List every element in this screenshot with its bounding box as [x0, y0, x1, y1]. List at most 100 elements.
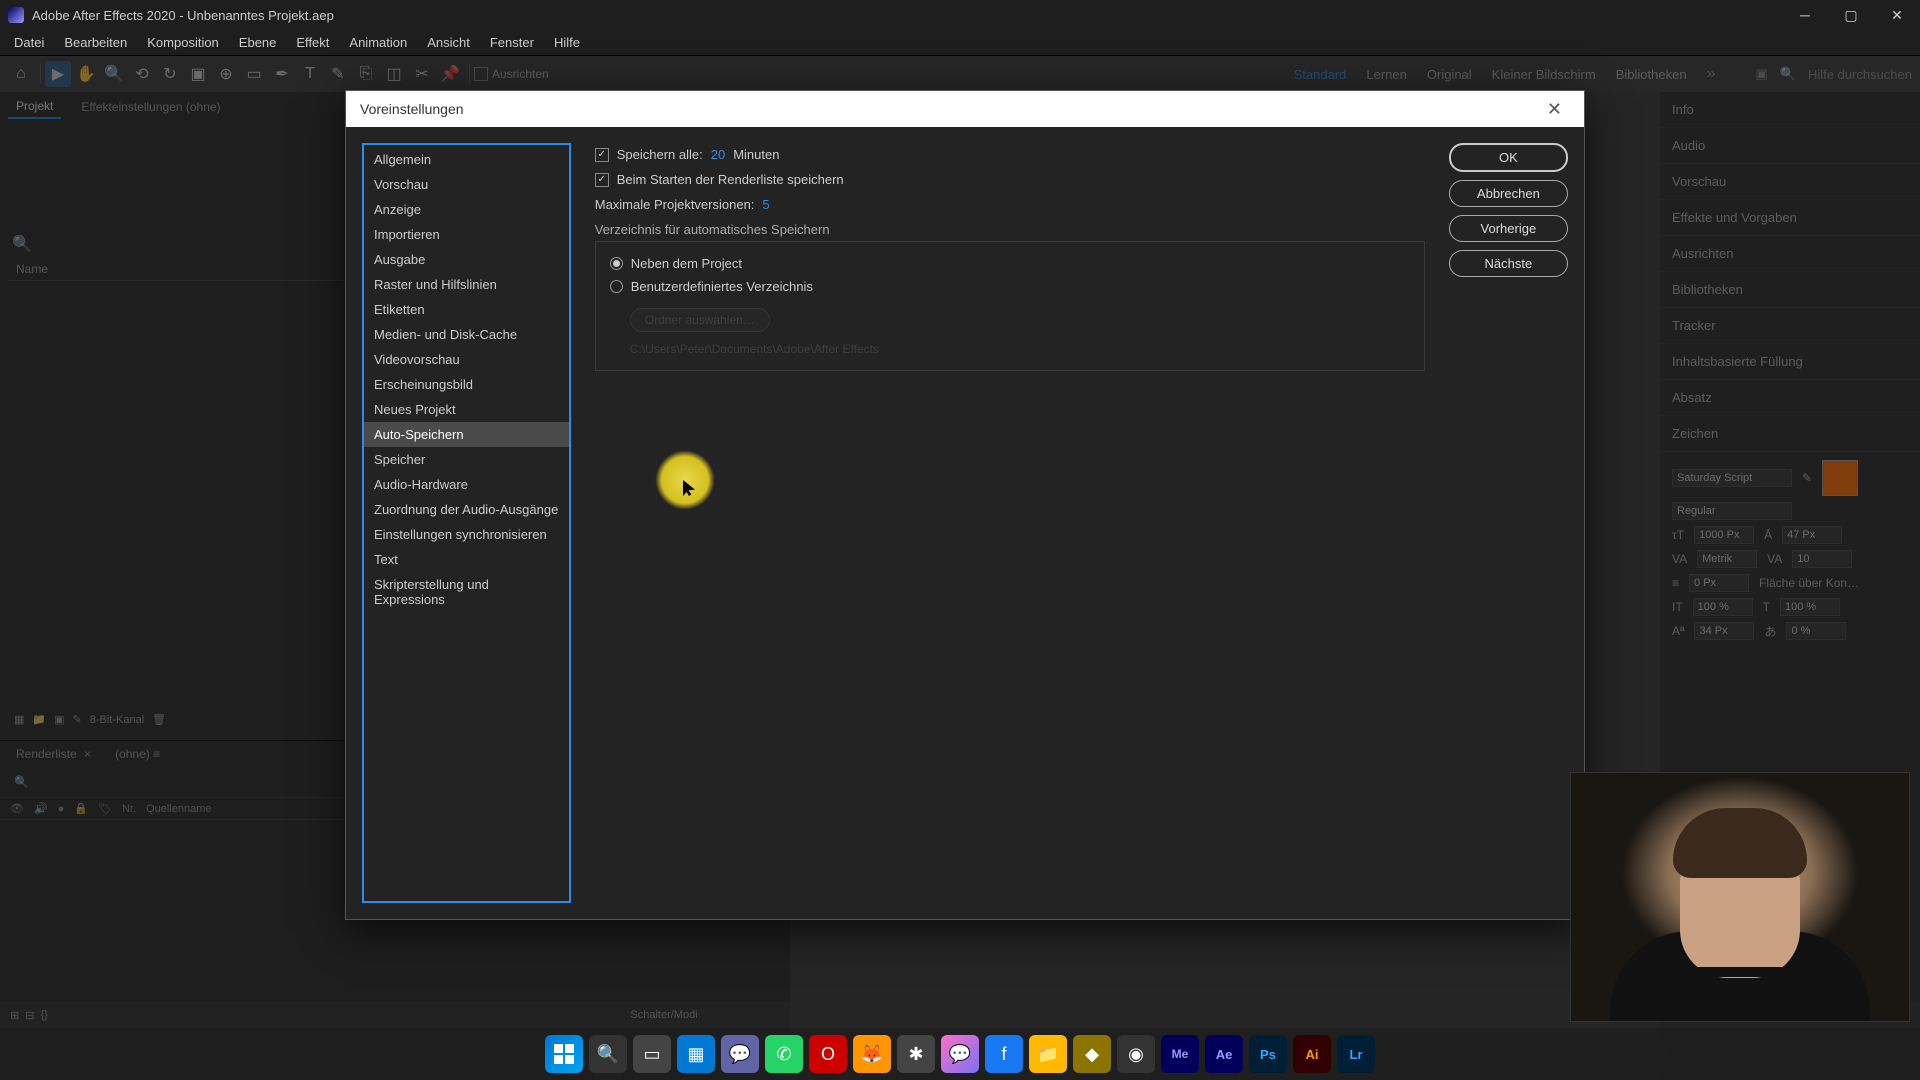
whatsapp-icon[interactable]: ✆ — [765, 1035, 803, 1073]
lightroom-icon[interactable]: Lr — [1337, 1035, 1375, 1073]
type-tool-icon[interactable]: T — [297, 61, 323, 87]
bit-depth-label[interactable]: 8-Bit-Kanal — [90, 714, 144, 726]
previous-button[interactable]: Vorherige — [1449, 215, 1568, 242]
sidebar-item-speicher[interactable]: Speicher — [364, 447, 569, 472]
orbit-tool-icon[interactable]: ⟲ — [129, 61, 155, 87]
maximize-button[interactable]: ▢ — [1828, 0, 1874, 30]
snap-checkbox[interactable]: Ausrichten — [474, 67, 549, 81]
baseline-input[interactable]: 34 Px — [1694, 622, 1754, 640]
save-on-render-checkbox[interactable] — [595, 173, 609, 187]
eye-icon[interactable]: 👁 — [10, 802, 24, 815]
sidebar-item-anzeige[interactable]: Anzeige — [364, 197, 569, 222]
menu-bearbeiten[interactable]: Bearbeiten — [54, 32, 137, 53]
tab-projekt[interactable]: Projekt — [8, 95, 61, 119]
panel-toggle-icon[interactable]: ▣ — [1755, 66, 1767, 82]
interpret-icon[interactable]: ▦ — [14, 713, 24, 726]
sidebar-item-videovorschau[interactable]: Videovorschau — [364, 347, 569, 372]
sidebar-item-text[interactable]: Text — [364, 547, 569, 572]
panel-info[interactable]: Info — [1660, 92, 1920, 128]
max-versions-value[interactable]: 5 — [762, 197, 769, 212]
media-encoder-icon[interactable]: Me — [1161, 1035, 1199, 1073]
menu-ebene[interactable]: Ebene — [229, 32, 287, 53]
speaker-icon[interactable]: 🔊 — [34, 802, 48, 815]
puppet-tool-icon[interactable]: 📌 — [437, 61, 463, 87]
workspace-standard[interactable]: Standard — [1294, 67, 1347, 82]
roto-tool-icon[interactable]: ✂ — [409, 61, 435, 87]
facebook-icon[interactable]: f — [985, 1035, 1023, 1073]
teams-icon[interactable]: 💬 — [721, 1035, 759, 1073]
toggle-icon[interactable]: ⊞ — [10, 1009, 19, 1022]
tracking-input[interactable]: 10 — [1792, 550, 1852, 568]
panel-ausrichten[interactable]: Ausrichten — [1660, 236, 1920, 272]
font-family-input[interactable]: Saturday Script — [1672, 469, 1792, 487]
toggle-icon-2[interactable]: ⊟ — [25, 1009, 34, 1022]
panel-audio[interactable]: Audio — [1660, 128, 1920, 164]
sidebar-item-vorschau[interactable]: Vorschau — [364, 172, 569, 197]
search-icon[interactable]: 🔍 — [14, 775, 29, 789]
hscale-input[interactable]: 100 % — [1780, 598, 1840, 616]
workspace-original[interactable]: Original — [1427, 67, 1472, 82]
workspace-lernen[interactable]: Lernen — [1366, 67, 1406, 82]
app-icon-2[interactable]: ◆ — [1073, 1035, 1111, 1073]
panel-tracker[interactable]: Tracker — [1660, 308, 1920, 344]
illustrator-icon[interactable]: Ai — [1293, 1035, 1331, 1073]
firefox-icon[interactable]: 🦊 — [853, 1035, 891, 1073]
label-icon[interactable]: 🏷 — [98, 802, 112, 815]
tab-effekteinstellungen[interactable]: Effekteinstellungen (ohne) — [73, 96, 228, 118]
photoshop-icon[interactable]: Ps — [1249, 1035, 1287, 1073]
sidebar-item-erscheinungsbild[interactable]: Erscheinungsbild — [364, 372, 569, 397]
home-icon[interactable]: ⌂ — [8, 61, 34, 87]
widgets-icon[interactable]: ▦ — [677, 1035, 715, 1073]
rotate-tool-icon[interactable]: ↻ — [157, 61, 183, 87]
selection-tool-icon[interactable]: ▶ — [45, 61, 71, 87]
lock-icon[interactable]: 🔒 — [74, 802, 88, 815]
sidebar-item-medien-und-disk-cache[interactable]: Medien- und Disk-Cache — [364, 322, 569, 347]
menu-ansicht[interactable]: Ansicht — [417, 32, 480, 53]
menu-hilfe[interactable]: Hilfe — [544, 32, 590, 53]
camera-tool-icon[interactable]: ▣ — [185, 61, 211, 87]
app-icon[interactable]: ✱ — [897, 1035, 935, 1073]
fill-over-label[interactable]: Fläche über Kon… — [1759, 576, 1859, 590]
save-every-checkbox[interactable] — [595, 148, 609, 162]
leading-input[interactable]: 47 Px — [1782, 526, 1842, 544]
clone-tool-icon[interactable]: ⎘ — [353, 61, 379, 87]
start-button[interactable] — [545, 1035, 583, 1073]
sidebar-item-etiketten[interactable]: Etiketten — [364, 297, 569, 322]
sidebar-item-neues-projekt[interactable]: Neues Projekt — [364, 397, 569, 422]
after-effects-icon[interactable]: Ae — [1205, 1035, 1243, 1073]
messenger-icon[interactable]: 💬 — [941, 1035, 979, 1073]
explorer-icon[interactable]: 📁 — [1029, 1035, 1067, 1073]
help-search[interactable]: Hilfe durchsuchen — [1808, 67, 1912, 82]
opera-icon[interactable]: O — [809, 1035, 847, 1073]
menu-komposition[interactable]: Komposition — [137, 32, 229, 53]
panel-bibliotheken[interactable]: Bibliotheken — [1660, 272, 1920, 308]
radio-custom-folder[interactable] — [610, 280, 623, 293]
new-folder-icon[interactable]: 📁 — [32, 713, 46, 726]
taskview-icon[interactable]: ▭ — [633, 1035, 671, 1073]
sidebar-item-zuordnung-der-audio-ausg-nge[interactable]: Zuordnung der Audio-Ausgänge — [364, 497, 569, 522]
sidebar-item-einstellungen-synchronisieren[interactable]: Einstellungen synchronisieren — [364, 522, 569, 547]
solo-icon[interactable]: ● — [58, 803, 65, 815]
kerning-input[interactable]: Metrik — [1697, 550, 1757, 568]
next-button[interactable]: Nächste — [1449, 250, 1568, 277]
workspace-bibliotheken[interactable]: Bibliotheken — [1616, 67, 1687, 82]
obs-icon[interactable]: ◉ — [1117, 1035, 1155, 1073]
panel-effekte[interactable]: Effekte und Vorgaben — [1660, 200, 1920, 236]
sidebar-item-ausgabe[interactable]: Ausgabe — [364, 247, 569, 272]
pen-tool-icon[interactable]: ✒ — [269, 61, 295, 87]
minimize-button[interactable]: ─ — [1782, 0, 1828, 30]
column-name[interactable]: Name — [16, 262, 48, 276]
menu-datei[interactable]: Datei — [4, 32, 54, 53]
vscale-input[interactable]: 100 % — [1693, 598, 1753, 616]
fill-color-swatch[interactable] — [1822, 460, 1858, 496]
workspace-kleiner[interactable]: Kleiner Bildschirm — [1492, 67, 1596, 82]
hand-tool-icon[interactable]: ✋ — [73, 61, 99, 87]
eyedropper-icon[interactable]: ✎ — [1802, 471, 1812, 485]
sidebar-item-skripterstellung-und-expressions[interactable]: Skripterstellung und Expressions — [364, 572, 569, 612]
panel-vorschau[interactable]: Vorschau — [1660, 164, 1920, 200]
sidebar-item-raster-und-hilfslinien[interactable]: Raster und Hilfslinien — [364, 272, 569, 297]
toggle-icon-3[interactable]: {} — [40, 1009, 47, 1021]
panel-zeichen[interactable]: Zeichen — [1660, 416, 1920, 452]
menu-fenster[interactable]: Fenster — [480, 32, 544, 53]
menu-animation[interactable]: Animation — [339, 32, 417, 53]
